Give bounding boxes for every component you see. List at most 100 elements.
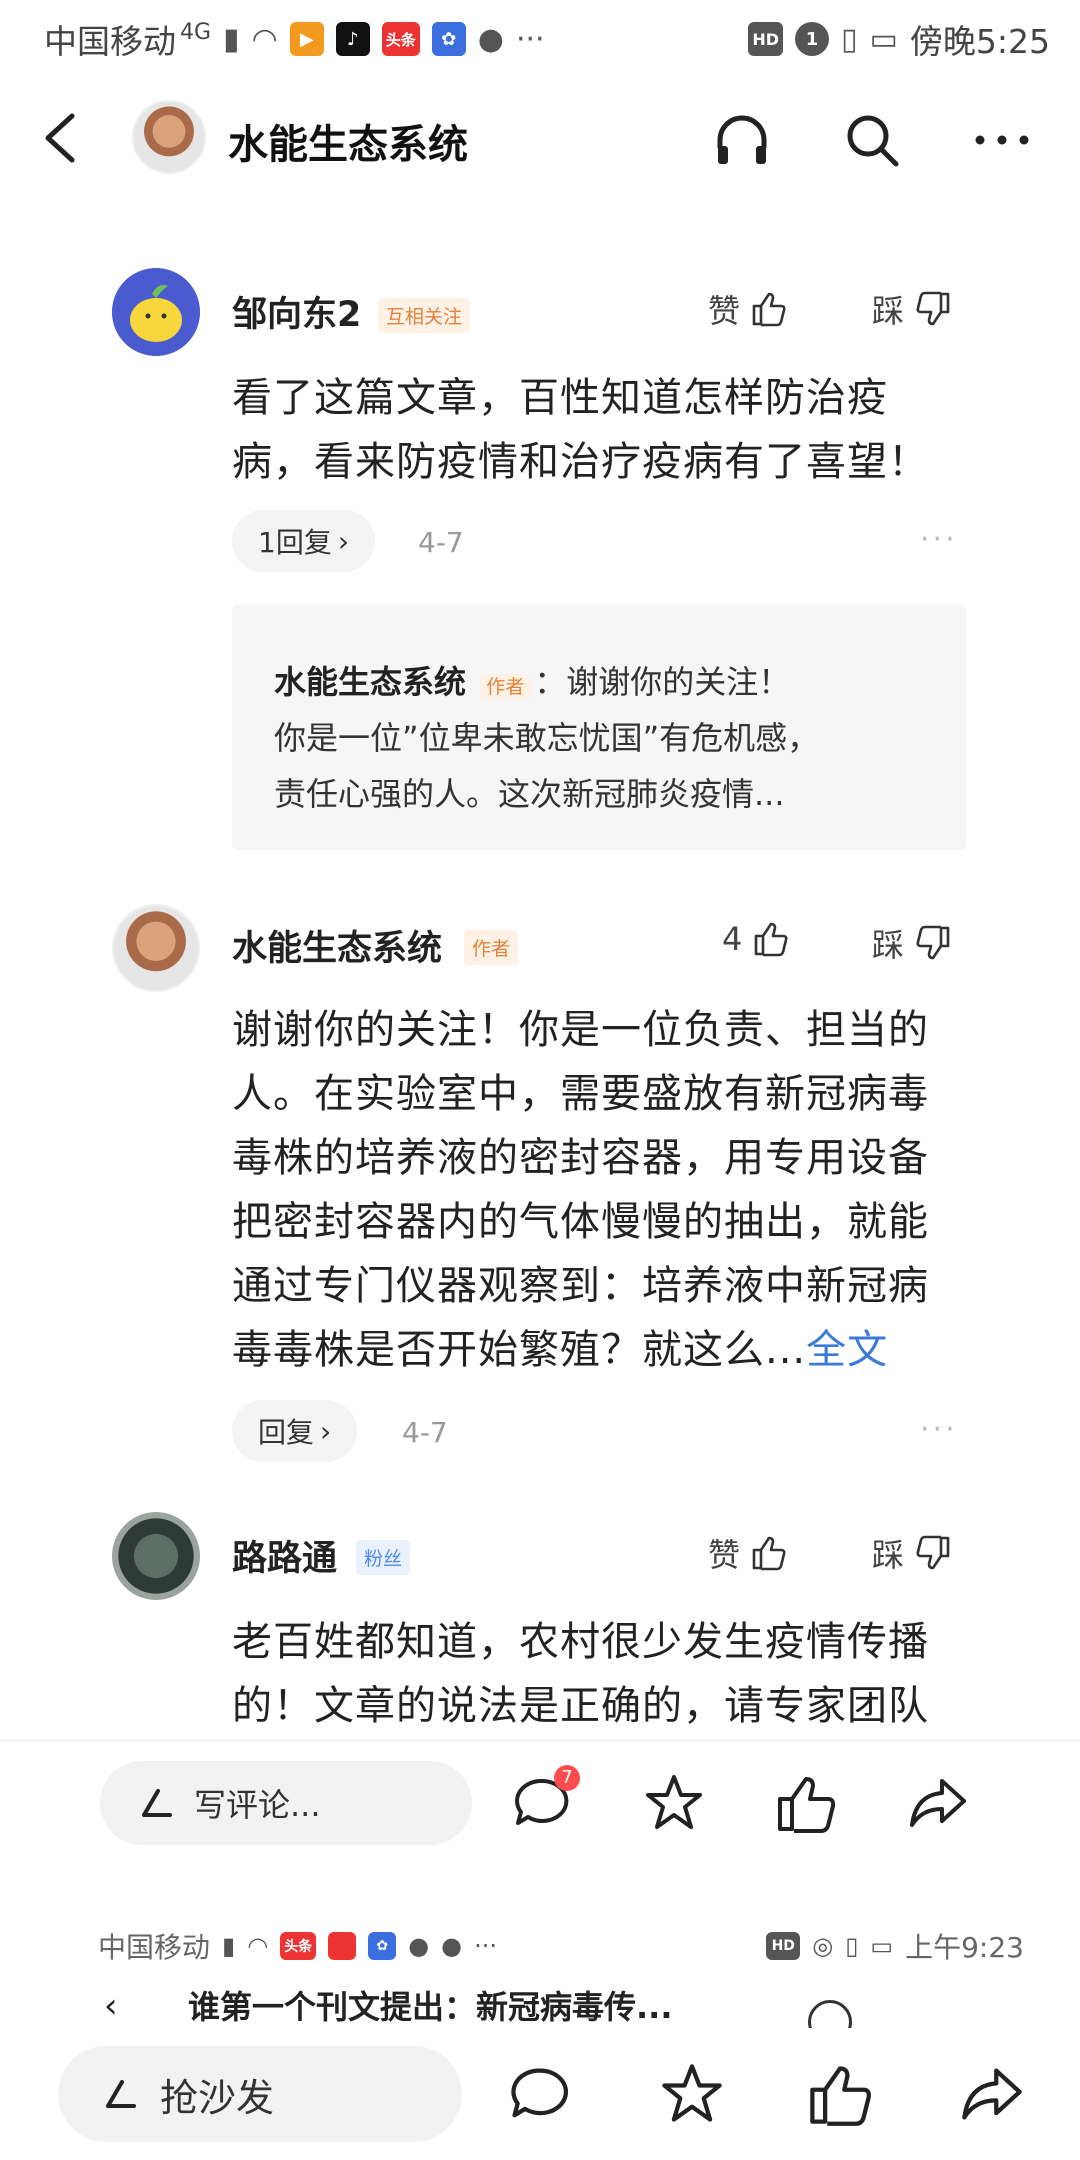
share-icon[interactable]	[958, 2060, 1026, 2128]
globe-icon: ●	[408, 1932, 430, 1960]
reply-text-1: ：谢谢你的关注！	[534, 663, 791, 701]
like-button[interactable]: 4	[722, 920, 790, 958]
status-bar: 中国移动 4G ▮ ◠ ▶ ♪ 头条 ✿ ● ··· HD 1 ▯ ▭ 傍晚5:…	[0, 0, 1080, 78]
thumb-up-icon	[752, 292, 786, 327]
comment-more-icon[interactable]: ···	[920, 1412, 958, 1447]
signal-icon: ▮	[223, 21, 240, 57]
vibrate-icon: ▯	[841, 21, 858, 57]
dislike-button[interactable]: 踩	[872, 286, 952, 332]
avatar[interactable]	[112, 1512, 200, 1600]
vibrate-icon: ▯	[845, 1932, 859, 1960]
more-notifications-icon: ···	[474, 1932, 497, 1960]
secondary-status-bar: 中国移动 ▮ ◠ 头条 ✿ ● ● ··· HD ◎ ▯ ▭ 上午9:23	[0, 1918, 1080, 1974]
comment-text: 谢谢你的关注！你是一位负责、担当的人。在实验室中，需要盛放有新冠病毒毒株的培养液…	[232, 998, 962, 1382]
comment-author[interactable]: 路路通	[232, 1530, 337, 1581]
chat-icon: ●	[441, 1932, 463, 1960]
reply-count-label: 1回复	[258, 526, 332, 559]
reply-text-2: 你是一位”位卑未敢忘忧国”有危机感，	[274, 719, 820, 757]
comment-bubble-icon[interactable]	[506, 2060, 574, 2128]
reply-first-line: 水能生态系统 作者 ：谢谢你的关注！	[274, 654, 790, 715]
comment-more-icon[interactable]: ···	[920, 522, 958, 557]
status-time: 上午9:23	[905, 1931, 1024, 1964]
search-icon[interactable]	[840, 108, 904, 172]
view-replies-button[interactable]: 1回复 ›	[232, 510, 376, 572]
like-label: 赞	[708, 292, 741, 330]
star-icon[interactable]	[658, 2060, 726, 2128]
preview-title[interactable]: 谁第一个刊文提出：新冠病毒传...	[188, 1982, 672, 2028]
share-icon[interactable]	[906, 1771, 970, 1835]
battery-icon: ▭	[869, 21, 898, 57]
thumb-down-icon	[916, 291, 950, 326]
avatar[interactable]	[112, 904, 200, 992]
hd-badge: HD	[748, 22, 784, 56]
page-title[interactable]: 水能生态系统	[228, 112, 468, 170]
network-label: 4G	[180, 19, 212, 45]
comment-input[interactable]: 写评论...	[100, 1761, 472, 1845]
fan-badge: 粉丝	[356, 1540, 411, 1575]
reply-button[interactable]: 回复 ›	[232, 1400, 358, 1462]
like-label: 赞	[708, 1536, 741, 1574]
chevron-right-icon: ›	[337, 524, 350, 558]
comment-placeholder: 写评论...	[194, 1786, 321, 1824]
hd-badge: HD	[766, 1932, 801, 1960]
toutiao-app-icon: 头条	[280, 1932, 317, 1960]
more-notifications-icon: ···	[515, 21, 545, 57]
dislike-label: 踩	[872, 292, 905, 330]
sim-icon: ◎	[812, 1932, 834, 1960]
search-icon[interactable]	[808, 2000, 852, 2028]
like-button[interactable]: 赞	[708, 286, 788, 332]
wechat-icon: ●	[477, 21, 504, 57]
thumb-up-icon	[755, 922, 788, 957]
mutual-follow-badge: 互相关注	[378, 298, 471, 333]
article-preview-header: ‹ 谁第一个刊文提出：新冠病毒传...	[0, 1982, 1080, 2028]
avatar[interactable]	[112, 268, 200, 356]
app-icon	[328, 1932, 357, 1960]
chevron-right-icon: ›	[320, 1414, 332, 1448]
comment-author[interactable]: 水能生态系统	[232, 920, 442, 971]
thumb-down-icon	[916, 1535, 950, 1570]
battery-icon: ▭	[870, 1932, 894, 1960]
dislike-button[interactable]: 踩	[872, 1530, 952, 1576]
reply-text-3: 责任心强的人。这次新冠肺炎疫情...	[274, 775, 785, 813]
more-icon[interactable]	[970, 108, 1034, 172]
pencil-icon	[142, 1789, 172, 1817]
headphones-icon[interactable]	[710, 108, 774, 172]
baidu-app-icon: ✿	[368, 1932, 397, 1960]
comment-date: 4-7	[418, 526, 464, 559]
reply-preview[interactable]: 水能生态系统 作者 ：谢谢你的关注！ 你是一位”位卑未敢忘忧国”有危机感， 责任心…	[232, 604, 966, 850]
star-icon[interactable]	[642, 1771, 706, 1835]
comment-input[interactable]: 抢沙发	[58, 2046, 462, 2142]
baidu-app-icon: ✿	[431, 22, 466, 56]
thumb-up-icon[interactable]	[806, 2060, 874, 2128]
comment-date: 4-7	[402, 1416, 448, 1449]
status-time: 傍晚5:25	[909, 22, 1050, 61]
back-icon[interactable]: ‹	[104, 1986, 118, 2026]
comment-text: 看了这篇文章，百性知道怎样防治疫病，看来防疫情和治疗疫病有了喜望！	[232, 375, 929, 485]
carrier-label: 中国移动	[44, 22, 176, 61]
like-count: 4	[722, 920, 743, 958]
reply-author[interactable]: 水能生态系统	[274, 663, 466, 701]
thumb-down-icon	[916, 925, 950, 960]
back-icon[interactable]	[38, 110, 84, 166]
toutiao-app-icon: 头条	[381, 22, 420, 56]
comment-placeholder: 抢沙发	[160, 2075, 275, 2120]
wifi-icon: ◠	[251, 21, 278, 57]
sim-icon: 1	[795, 22, 830, 56]
comment-author[interactable]: 邹向东2	[232, 286, 361, 337]
reply-label: 回复	[258, 1416, 315, 1449]
dislike-label: 踩	[872, 926, 905, 964]
comment-toolbar: 写评论... 7	[0, 1740, 1080, 1860]
pencil-icon	[106, 2080, 136, 2108]
tiktok-app-icon: ♪	[335, 22, 370, 56]
wifi-icon: ◠	[247, 1932, 269, 1960]
dislike-label: 踩	[872, 1536, 905, 1574]
author-avatar[interactable]	[132, 100, 206, 174]
article-header: 水能生态系统	[0, 88, 1080, 188]
expand-full-text-link[interactable]: 全文	[806, 1327, 888, 1373]
video-app-icon: ▶	[289, 22, 324, 56]
bottom-toolbar: 抢沙发	[0, 2028, 1080, 2160]
dislike-button[interactable]: 踩	[872, 920, 952, 966]
like-button[interactable]: 赞	[708, 1530, 788, 1576]
thumb-up-icon[interactable]	[774, 1771, 838, 1835]
comment-text-body: 谢谢你的关注！你是一位负责、担当的人。在实验室中，需要盛放有新冠病毒毒株的培养液…	[232, 1007, 929, 1373]
